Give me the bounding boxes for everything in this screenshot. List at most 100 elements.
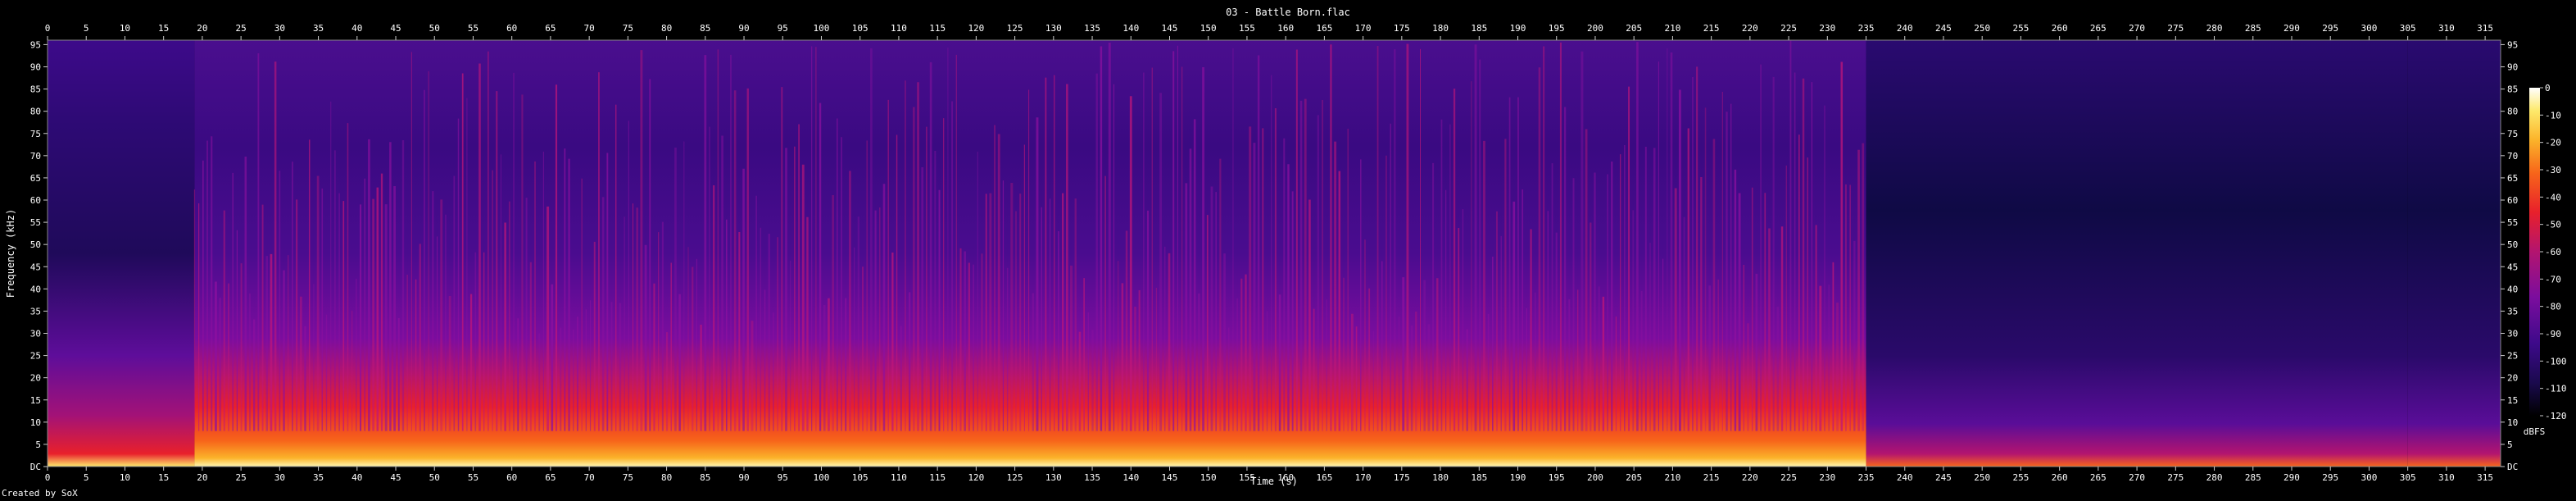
x-tick-label: 245	[1935, 23, 1952, 34]
y-tick-label: 45	[2507, 262, 2518, 272]
x-tick-label: 270	[2129, 472, 2145, 483]
colorbar-tick-label: -30	[2545, 165, 2561, 175]
y-tick-label: 80	[30, 107, 41, 117]
x-tick-label: 175	[1394, 472, 1410, 483]
x-tick-label: 125	[1007, 472, 1023, 483]
x-tick-label: 65	[545, 23, 556, 34]
x-tick-label: 280	[2206, 23, 2223, 34]
y-tick-label: 95	[2507, 39, 2518, 50]
x-tick-label: 220	[1742, 472, 1758, 483]
x-tick-label: 260	[2052, 472, 2068, 483]
x-tick-label: 100	[814, 23, 830, 34]
x-tick-label: 145	[1162, 472, 1178, 483]
x-tick-label: 180	[1432, 23, 1449, 34]
y-tick-label: 5	[2507, 440, 2513, 450]
y-tick-label: 90	[2507, 62, 2518, 73]
x-tick-label: 90	[738, 23, 749, 34]
x-tick-label: 225	[1780, 23, 1797, 34]
x-tick-label: 85	[700, 23, 710, 34]
x-tick-label: 250	[1974, 472, 1990, 483]
y-tick-label: 50	[2507, 239, 2518, 250]
x-tick-label: 280	[2206, 472, 2223, 483]
x-tick-label: 110	[891, 472, 907, 483]
x-tick-label: 170	[1355, 472, 1372, 483]
x-tick-label: 165	[1316, 472, 1332, 483]
x-tick-label: 105	[852, 472, 868, 483]
x-tick-label: 305	[2400, 23, 2416, 34]
x-tick-label: 215	[1703, 472, 1720, 483]
x-tick-label: 135	[1084, 23, 1100, 34]
x-tick-label: 50	[429, 23, 440, 34]
x-tick-label: 5	[84, 23, 89, 34]
x-tick-label: 255	[2012, 472, 2029, 483]
colorbar-tick-label: -50	[2545, 220, 2561, 230]
x-tick-label: 180	[1432, 472, 1449, 483]
y-tick-label: 60	[30, 195, 41, 206]
x-tick-label: 25	[235, 472, 246, 483]
y-tick-label: 5	[35, 440, 41, 450]
x-tick-label: 85	[700, 472, 710, 483]
x-tick-label: 230	[1819, 23, 1835, 34]
y-tick-label: 65	[2507, 173, 2518, 184]
y-tick-label: 40	[30, 284, 41, 294]
x-tick-label: 0	[45, 23, 51, 34]
y-tick-label: 70	[2507, 151, 2518, 162]
x-tick-label: 185	[1471, 23, 1487, 34]
x-tick-label: 70	[584, 472, 595, 483]
y-tick-label: 10	[2507, 417, 2518, 428]
y-tick-label: 35	[30, 306, 41, 317]
x-tick-label: 200	[1587, 472, 1603, 483]
x-tick-label: 245	[1935, 472, 1952, 483]
x-tick-label: 95	[778, 472, 788, 483]
x-tick-label: 55	[468, 472, 478, 483]
colorbar-label: dBFS	[2524, 426, 2546, 437]
x-tick-label: 70	[584, 23, 595, 34]
y-tick-label: 10	[30, 417, 41, 428]
x-tick-label: 305	[2400, 472, 2416, 483]
x-tick-label: 235	[1858, 472, 1875, 483]
x-tick-label: 50	[429, 472, 440, 483]
x-tick-label: 165	[1316, 23, 1332, 34]
x-tick-label: 80	[661, 472, 672, 483]
x-tick-label: 300	[2361, 472, 2378, 483]
x-tick-label: 155	[1239, 23, 1255, 34]
x-tick-label: 110	[891, 23, 907, 34]
x-tick-label: 260	[2052, 23, 2068, 34]
x-tick-label: 15	[158, 472, 169, 483]
x-tick-label: 160	[1277, 23, 1294, 34]
x-tick-label: 195	[1549, 23, 1565, 34]
y-tick-label: 35	[2507, 306, 2518, 317]
spectrogram-segment-quiet	[1866, 40, 2408, 467]
spectrogram-segment-fade-out	[2407, 40, 2501, 467]
colorbar-tick-label: -20	[2545, 138, 2561, 148]
x-tick-label: 15	[158, 23, 169, 34]
y-tick-label: 75	[30, 129, 41, 139]
y-tick-label: 25	[2507, 351, 2518, 362]
x-tick-label: 75	[623, 23, 633, 34]
spectrogram-segment-moderate	[48, 40, 195, 467]
y-tick-label: 30	[30, 329, 41, 339]
y-tick-label: 65	[30, 173, 41, 184]
y-tick-label: 15	[2507, 395, 2518, 406]
x-tick-label: 30	[274, 23, 285, 34]
y-tick-label: 60	[2507, 195, 2518, 206]
x-tick-label: 130	[1045, 472, 1062, 483]
x-tick-label: 140	[1122, 23, 1139, 34]
x-tick-label: 265	[2090, 472, 2107, 483]
x-tick-label: 275	[2167, 472, 2184, 483]
x-tick-label: 170	[1355, 23, 1372, 34]
y-tick-label: 90	[30, 62, 41, 73]
x-tick-label: 20	[197, 472, 207, 483]
x-tick-label: 175	[1394, 23, 1410, 34]
x-tick-label: 285	[2245, 23, 2261, 34]
x-tick-label: 210	[1664, 23, 1680, 34]
colorbar-tick-label: -80	[2545, 302, 2561, 312]
x-tick-label: 205	[1626, 23, 1642, 34]
y-tick-label: DC	[30, 462, 41, 472]
y-tick-label: 85	[2507, 84, 2518, 95]
x-tick-label: 315	[2477, 23, 2493, 34]
x-tick-label: 35	[313, 23, 324, 34]
x-tick-label: 310	[2438, 472, 2455, 483]
y-tick-label: 70	[30, 151, 41, 162]
y-tick-label: 75	[2507, 129, 2518, 139]
